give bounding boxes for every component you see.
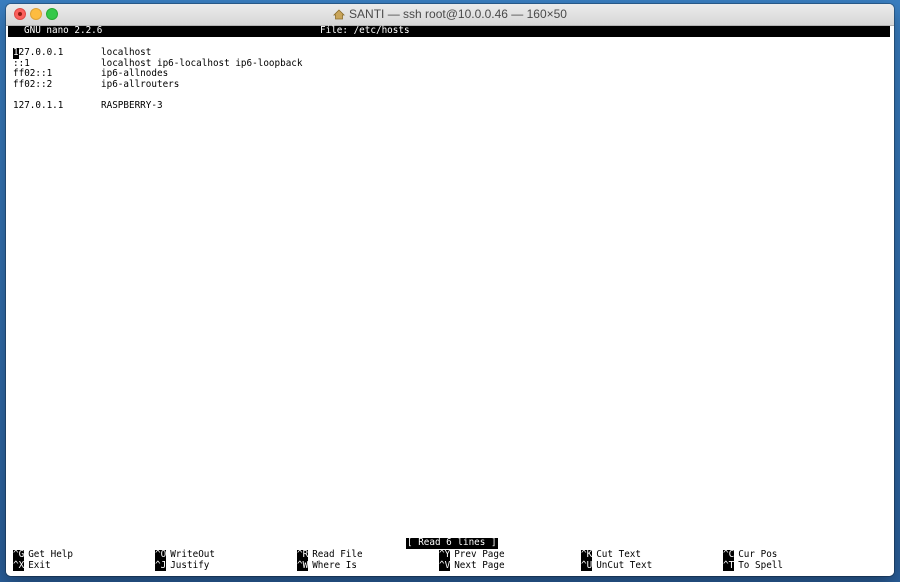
nano-version: GNU nano 2.2.6	[24, 25, 103, 36]
shortcut-label: UnCut Text	[596, 559, 653, 571]
shortcut-exit[interactable]: ^X Exit	[13, 559, 51, 572]
shortcut-label: Read File	[312, 549, 363, 560]
hosts-ip: ff02::2	[13, 79, 53, 91]
shortcut-label: Get Help	[28, 549, 73, 560]
hosts-name: ip6-allrouters	[101, 79, 180, 91]
status-message: [ Read 6 lines ]	[406, 537, 498, 549]
shortcut-label: Cur Pos	[738, 549, 778, 560]
shortcut-label: Justify	[170, 559, 210, 571]
hosts-ip: 127.0.1.1	[13, 100, 64, 112]
shortcut-label: Next Page	[454, 559, 505, 571]
hosts-name: RASPBERRY-3	[101, 100, 163, 112]
window-titlebar[interactable]: SANTI — ssh root@10.0.0.46 — 160×50	[6, 4, 894, 26]
shortcut-bar: ^G Get Help ^O WriteOut ^R Read File ^Y Prev Pa…	[13, 549, 893, 572]
shortcut-next-page[interactable]: ^V Next Page	[439, 559, 505, 572]
shortcut-key: ^V	[439, 559, 451, 572]
shortcut-label: Prev Page	[454, 549, 505, 560]
shortcut-justify[interactable]: ^J Justify	[155, 559, 210, 572]
window-title-container: SANTI — ssh root@10.0.0.46 — 160×50	[6, 4, 894, 25]
home-icon	[333, 6, 345, 27]
shortcut-key: ^J	[155, 559, 167, 572]
shortcut-key: ^U	[581, 559, 593, 572]
nano-filename: File: /etc/hosts	[320, 25, 410, 36]
shortcut-key: ^W	[297, 559, 309, 572]
shortcut-key: ^X	[13, 559, 25, 572]
terminal-area[interactable]: GNU nano 2.2.6 File: /etc/hosts 127.0.0.…	[6, 25, 894, 576]
shortcut-label: Exit	[28, 559, 51, 571]
desktop-background: SANTI — ssh root@10.0.0.46 — 160×50 GNU …	[0, 0, 900, 582]
shortcut-to-spell[interactable]: ^T To Spell	[723, 559, 783, 572]
shortcut-label: Where Is	[312, 559, 357, 571]
shortcut-label: WriteOut	[170, 549, 215, 560]
shortcut-label: Cut Text	[596, 549, 641, 560]
shortcut-key: ^T	[723, 559, 735, 572]
window-title: SANTI — ssh root@10.0.0.46 — 160×50	[349, 7, 567, 21]
shortcut-where-is[interactable]: ^W Where Is	[297, 559, 357, 572]
shortcut-uncut-text[interactable]: ^U UnCut Text	[581, 559, 653, 572]
terminal-window[interactable]: SANTI — ssh root@10.0.0.46 — 160×50 GNU …	[6, 4, 894, 576]
nano-header-bar: GNU nano 2.2.6 File: /etc/hosts	[8, 25, 890, 37]
shortcut-label: To Spell	[738, 559, 783, 571]
